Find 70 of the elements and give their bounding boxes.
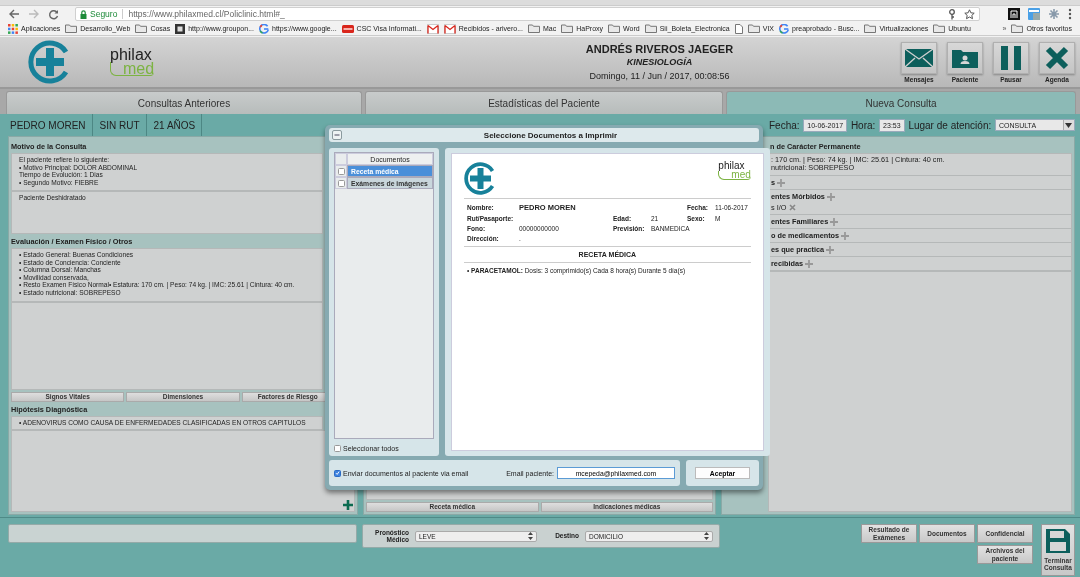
check-icon — [335, 470, 340, 476]
checkbox[interactable] — [334, 445, 341, 452]
checkbox[interactable] — [337, 167, 345, 175]
back-icon[interactable] — [8, 9, 20, 19]
folder-icon — [528, 24, 540, 33]
tab[interactable]: Estadísticas del Paciente — [365, 91, 723, 114]
tab[interactable]: Nueva Consulta — [726, 91, 1076, 114]
google-icon — [259, 23, 269, 34]
plus-icon[interactable] — [830, 217, 839, 226]
bookmark[interactable] — [426, 23, 439, 34]
field-label: Fecha: — [769, 119, 800, 131]
field-label: Hora: — [850, 119, 876, 131]
menu-icon[interactable] — [1068, 8, 1072, 20]
lock-icon — [80, 9, 87, 19]
checkbox[interactable] — [334, 469, 341, 477]
google-icon — [779, 23, 790, 34]
folder-icon — [644, 24, 657, 33]
folder-icon — [65, 24, 78, 33]
caret-icon — [528, 532, 533, 540]
card-icon — [341, 24, 354, 33]
folder-icon — [135, 24, 148, 33]
plus-icon[interactable] — [805, 259, 814, 268]
plus-icon[interactable] — [777, 178, 786, 187]
envelope-icon — [904, 47, 934, 68]
folder-icon — [747, 24, 760, 33]
site-icon — [175, 23, 186, 34]
brand-logo: philax med — [718, 162, 751, 180]
plus-icon[interactable] — [841, 231, 850, 240]
pause-icon — [1000, 45, 1022, 70]
minimize-icon[interactable] — [332, 130, 342, 140]
text-area[interactable] — [11, 248, 323, 302]
folder-icon — [933, 24, 946, 33]
field-label: Lugar de atención: — [908, 119, 992, 131]
url-text: https://www.philaxmed.cl/Policlinic.html#_ — [128, 9, 285, 19]
brand-logo: philax med — [110, 47, 155, 77]
address-bar[interactable]: Seguro https://www.philaxmed.cl/Policlinic.html#_ — [75, 7, 980, 21]
bookmark[interactable] — [734, 23, 743, 34]
caret-icon — [704, 532, 709, 540]
checkbox[interactable] — [337, 179, 345, 187]
text-field[interactable] — [8, 524, 357, 543]
plus-icon — [343, 500, 353, 510]
plus-icon[interactable] — [826, 245, 835, 254]
caret-icon — [1065, 122, 1073, 128]
date-time: Domingo, 11 / Jun / 2017, 00:08:56 — [588, 71, 731, 81]
document-icon — [734, 23, 743, 34]
folder-icon — [864, 24, 877, 33]
security-label: Seguro — [90, 9, 118, 19]
key-icon[interactable] — [948, 8, 956, 20]
doctor-name: ANDRÉS RIVEROS JAEGER — [584, 43, 735, 55]
specialty: KINESIOLOGÍA — [625, 57, 694, 67]
toolbar-button[interactable] — [901, 41, 937, 74]
extension-icon[interactable] — [1008, 8, 1020, 20]
toolbar-button[interactable] — [947, 41, 983, 74]
apps-icon — [8, 23, 18, 34]
remove-icon[interactable] — [789, 204, 797, 211]
toolbar-button[interactable] — [993, 41, 1029, 74]
folder-icon — [1011, 24, 1024, 33]
close-icon — [1045, 45, 1069, 70]
add-button[interactable] — [343, 500, 353, 510]
tab[interactable]: Consultas Anteriores — [6, 91, 362, 114]
reload-icon[interactable] — [48, 8, 59, 20]
dialog-title: Seleccione Documentos a Imprimir — [482, 130, 619, 140]
toolbar-button[interactable] — [1039, 41, 1075, 74]
medical-cross-icon — [464, 162, 497, 195]
folder-icon — [561, 24, 574, 33]
folder-icon — [608, 24, 621, 33]
forward-icon[interactable] — [28, 9, 40, 19]
star-icon[interactable] — [964, 8, 975, 20]
folder-icon — [952, 47, 978, 68]
plus-icon[interactable] — [826, 192, 835, 201]
